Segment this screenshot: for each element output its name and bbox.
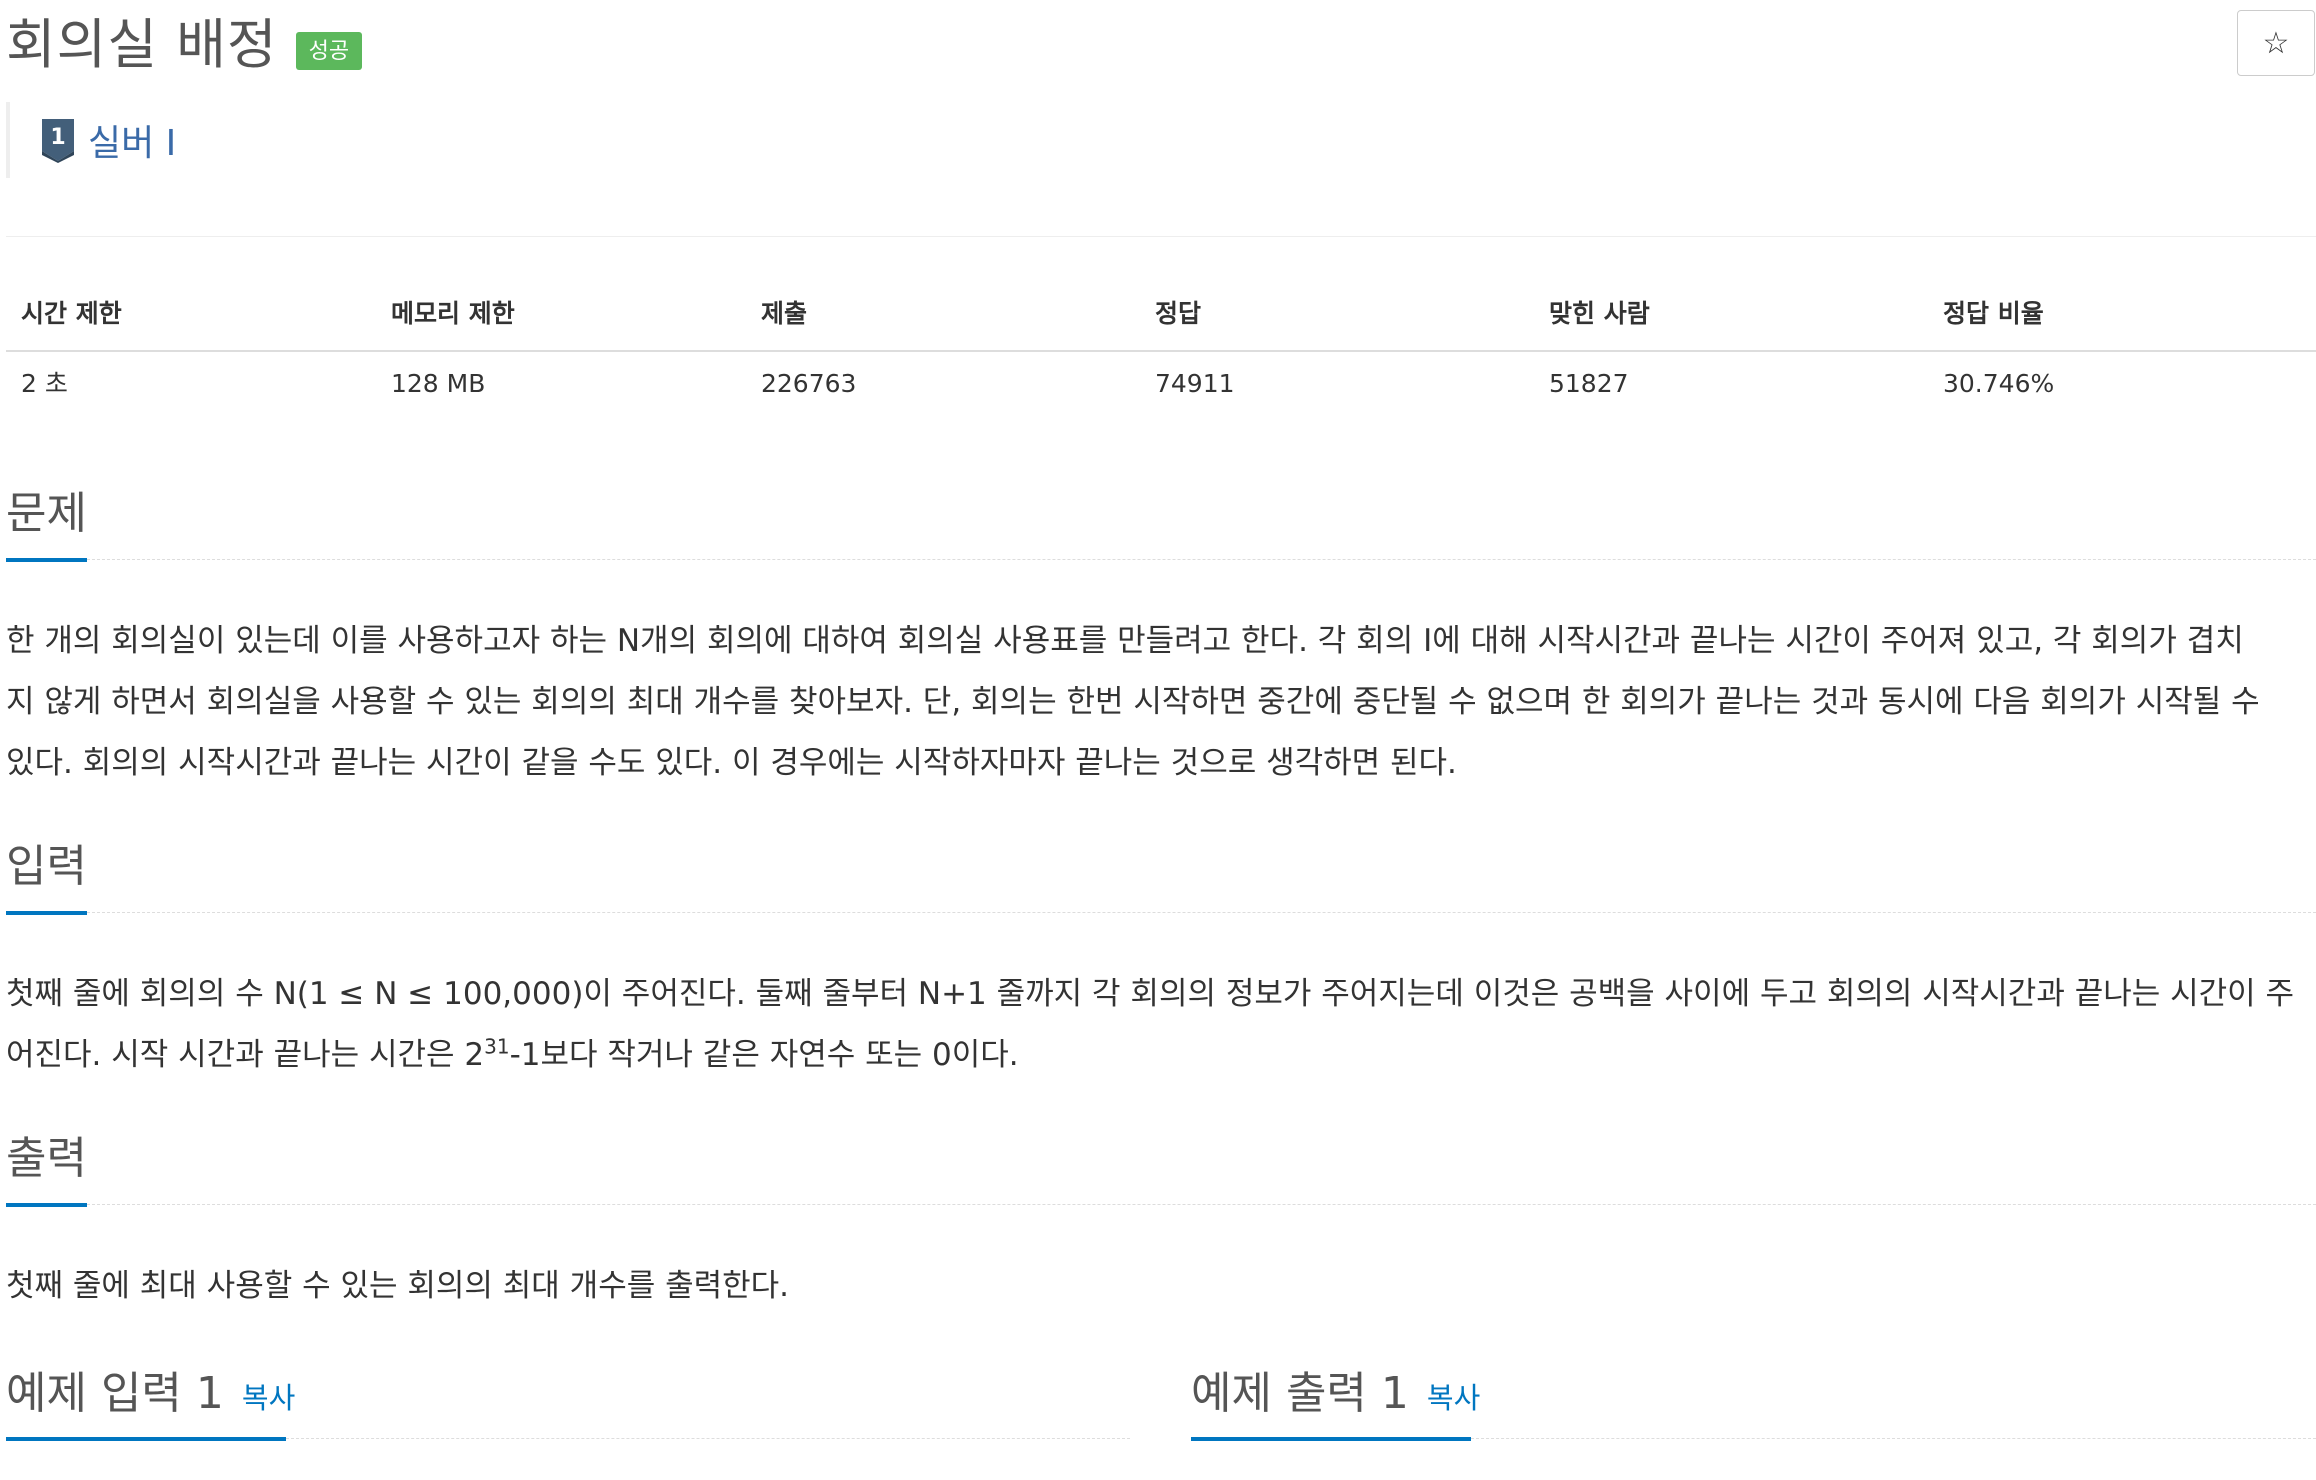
problem-page: 회의실 배정 성공 ☆ 1 실버 I 시간 제한 메모리 제한 제출 정답 맞힌…: [0, 0, 2316, 1480]
description-title-underline: [6, 558, 87, 562]
sample-input-title: 예제 입력 1 복사: [6, 1372, 295, 1416]
input-divider: [87, 912, 2316, 913]
info-table-row: 2 초 128 MB 226763 74911 51827 30.746%: [6, 352, 2316, 420]
tier-block: 1 실버 I: [6, 102, 176, 178]
header-time-limit: 시간 제한: [21, 299, 122, 328]
input-title: 입력: [6, 841, 87, 892]
sample-output-title-underline: [1191, 1437, 1471, 1441]
input-line: 첫째 줄에 회의의 수 N(1 ≤ N ≤ 100,000)이 주어진다. 둘째…: [6, 976, 2295, 1012]
value-time-limit: 2 초: [21, 369, 68, 398]
copy-sample-input-button[interactable]: 복사: [242, 1384, 295, 1413]
star-icon: ☆: [2262, 25, 2290, 61]
sample-output-divider: [1471, 1438, 2316, 1439]
title-row: 회의실 배정 성공: [6, 10, 363, 80]
header-submissions: 제출: [761, 299, 808, 328]
description-text: 한 개의 회의실이 있는데 이를 사용하고자 하는 N개의 회의에 대하여 회의…: [6, 611, 2306, 794]
silver-tier-icon: 1: [42, 119, 74, 163]
output-title-underline: [6, 1203, 87, 1207]
sample-input-divider: [286, 1438, 1130, 1439]
info-table-header: 시간 제한 메모리 제한 제출 정답 맞힌 사람 정답 비율: [6, 282, 2316, 352]
description-line: 한 개의 회의실이 있는데 이를 사용하고자 하는 N개의 회의에 대하여 회의…: [6, 623, 2244, 659]
value-submissions[interactable]: 226763: [761, 352, 856, 420]
tier-number: 1: [50, 125, 65, 150]
problem-title: 회의실 배정: [6, 13, 278, 76]
value-solvers[interactable]: 51827: [1549, 352, 1629, 420]
header-ratio: 정답 비율: [1943, 299, 2044, 328]
output-divider: [87, 1204, 2316, 1205]
sample-output-label: 예제 출력 1: [1191, 1368, 1409, 1419]
copy-sample-output-button[interactable]: 복사: [1427, 1384, 1480, 1413]
input-text: 첫째 줄에 회의의 수 N(1 ≤ N ≤ 100,000)이 주어진다. 둘째…: [6, 964, 2306, 1086]
sample-input-title-underline: [6, 1437, 286, 1441]
header-divider: [6, 236, 2316, 237]
output-text: 첫째 줄에 최대 사용할 수 있는 회의의 최대 개수를 출력한다.: [6, 1256, 2306, 1317]
description-divider: [87, 559, 2316, 560]
description-title: 문제: [6, 488, 87, 539]
output-title: 출력: [6, 1133, 87, 1184]
description-line: 지 않게 하면서 회의실을 사용할 수 있는 회의의 최대 개수를 찾아보자. …: [6, 684, 2260, 720]
value-accepted[interactable]: 74911: [1155, 352, 1235, 420]
star-button[interactable]: ☆: [2237, 10, 2315, 76]
tier-label[interactable]: 실버 I: [88, 114, 176, 166]
problem-info-table: 시간 제한 메모리 제한 제출 정답 맞힌 사람 정답 비율 2 초 128 M…: [6, 282, 2316, 420]
value-ratio: 30.746%: [1943, 369, 2055, 398]
input-line: 어진다. 시작 시간과 끝나는 시간은 231-1보다 작거나 같은 자연수 또…: [6, 1034, 1019, 1073]
description-line: 있다. 회의의 시작시간과 끝나는 시간이 같을 수도 있다. 이 경우에는 시…: [6, 745, 1457, 781]
result-badge: 성공: [295, 32, 363, 70]
value-memory-limit: 128 MB: [391, 369, 486, 398]
header-accepted: 정답: [1155, 299, 1202, 328]
sample-output-title: 예제 출력 1 복사: [1191, 1372, 1480, 1416]
header-memory-limit: 메모리 제한: [391, 299, 515, 328]
sample-input-label: 예제 입력 1: [6, 1368, 224, 1419]
output-line: 첫째 줄에 최대 사용할 수 있는 회의의 최대 개수를 출력한다.: [6, 1268, 790, 1304]
header-solvers: 맞힌 사람: [1549, 299, 1650, 328]
input-title-underline: [6, 911, 87, 915]
